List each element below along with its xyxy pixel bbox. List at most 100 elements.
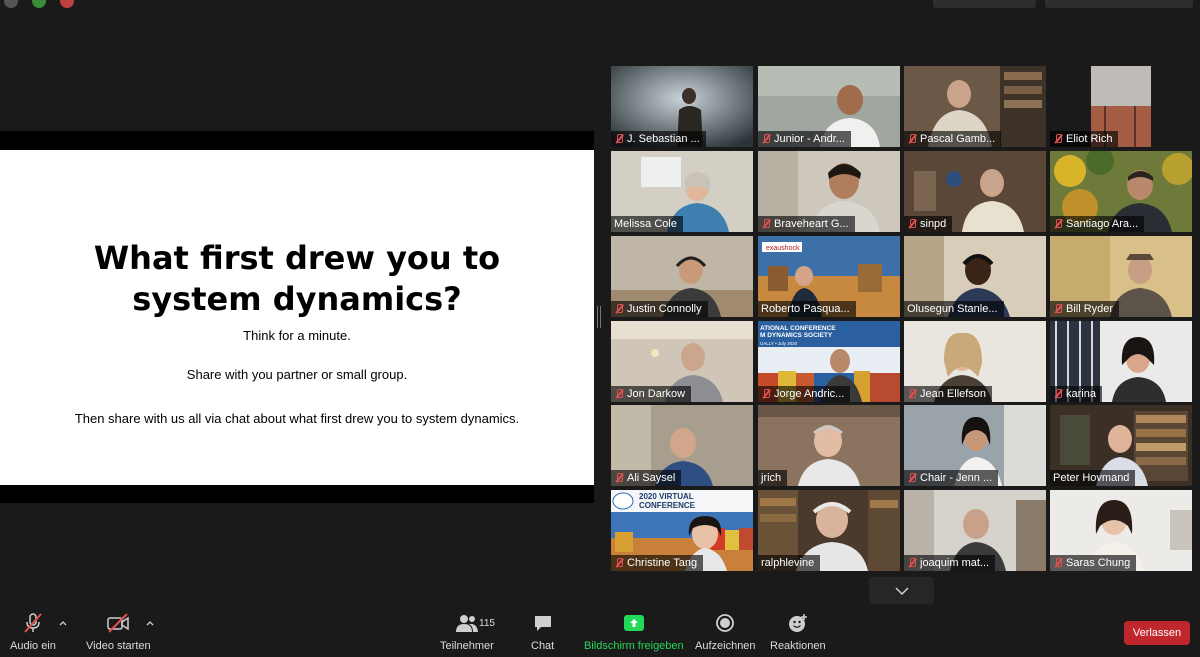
- participant-tile[interactable]: Eliot Rich: [1050, 66, 1192, 147]
- participant-tile[interactable]: J. Sebastian ...: [611, 66, 753, 147]
- participant-tile[interactable]: Bill Ryder: [1050, 236, 1192, 317]
- participant-name-tag: Santiago Ara...: [1050, 216, 1145, 232]
- chat-bubble-icon: [532, 612, 554, 634]
- window-control-icon[interactable]: [4, 0, 18, 8]
- participant-name-tag: Justin Connolly: [611, 301, 708, 317]
- participant-name-tag: Jean Ellefson: [904, 386, 993, 402]
- participant-name-tag: Saras Chung: [1050, 555, 1137, 571]
- participant-name-tag: Chair - Jenn ...: [904, 470, 999, 486]
- participant-tile[interactable]: ralphlevine: [758, 490, 900, 571]
- participant-name: Roberto Pasqua...: [761, 303, 850, 315]
- video-options-caret[interactable]: [145, 618, 155, 628]
- slide-text-share-chat: Then share with us all via chat about wh…: [74, 411, 520, 426]
- mic-muted-icon: [907, 558, 917, 568]
- mic-muted-icon: [614, 473, 624, 483]
- participant-tile[interactable]: Pascal Gamb...: [904, 66, 1046, 147]
- participant-tile[interactable]: Olusegun Stanle...: [904, 236, 1046, 317]
- mic-muted-icon: [907, 134, 917, 144]
- chevron-up-icon: [146, 621, 154, 626]
- participant-tile[interactable]: 2020 VIRTUAL CONFERENCE Christine Tang: [611, 490, 753, 571]
- record-label: Aufzeichnen: [695, 640, 756, 652]
- chat-button[interactable]: Chat: [531, 612, 554, 652]
- virtual-conference-banner-line-1: 2020 VIRTUAL: [639, 492, 694, 501]
- participant-tile[interactable]: Melissa Cole: [611, 151, 753, 232]
- participants-label: Teilnehmer: [440, 640, 494, 652]
- share-screen-icon: [623, 612, 645, 634]
- participant-name-tag: Braveheart G...: [758, 216, 855, 232]
- mic-muted-icon: [761, 134, 771, 144]
- participant-name: Junior - Andr...: [774, 133, 845, 145]
- participant-tile[interactable]: Saras Chung: [1050, 490, 1192, 571]
- participant-name: joaquim mat...: [920, 557, 990, 569]
- mic-muted-icon: [614, 558, 624, 568]
- participant-name: Santiago Ara...: [1066, 218, 1139, 230]
- participant-tile[interactable]: exaushock Roberto Pasqua...: [758, 236, 900, 317]
- participant-name: Jean Ellefson: [920, 388, 987, 400]
- audio-join-button[interactable]: Audio ein: [10, 612, 56, 652]
- record-button[interactable]: Aufzeichnen: [695, 612, 756, 652]
- participant-tile[interactable]: sinpd: [904, 151, 1046, 232]
- mic-muted-icon: [1053, 558, 1063, 568]
- participant-tile[interactable]: joaquim mat...: [904, 490, 1046, 571]
- participant-name-tag: Roberto Pasqua...: [758, 301, 856, 317]
- participant-tile-active-speaker[interactable]: Peter Hovmand: [1050, 405, 1192, 486]
- participant-name-tag: Jon Darkow: [611, 386, 692, 402]
- participant-name-tag: Olusegun Stanle...: [904, 301, 1004, 317]
- participant-tile[interactable]: Chair - Jenn ...: [904, 405, 1046, 486]
- participant-tile[interactable]: Junior - Andr...: [758, 66, 900, 147]
- mic-muted-icon: [614, 389, 624, 399]
- gallery-view: J. Sebastian ... Junior - Andr... Pascal…: [610, 66, 1195, 571]
- participant-name-tag: joaquim mat...: [904, 555, 996, 571]
- participant-tile[interactable]: ATIONAL CONFERENCE M DYNAMICS SOCIETY UA…: [758, 321, 900, 402]
- mic-muted-icon: [907, 389, 917, 399]
- participant-name-tag: Jorge Andric...: [758, 386, 851, 402]
- participant-name: Olusegun Stanle...: [907, 303, 998, 315]
- chevron-up-icon: [59, 621, 67, 626]
- mic-muted-icon: [1053, 304, 1063, 314]
- share-screen-label: Bildschirm freigeben: [584, 640, 684, 652]
- mic-muted-icon: [907, 473, 917, 483]
- slide-text-share-partner: Share with you partner or small group.: [186, 367, 408, 382]
- recording-indicator-icon: [60, 0, 74, 8]
- slide-text-think: Think for a minute.: [243, 328, 351, 343]
- participant-tile[interactable]: Jon Darkow: [611, 321, 753, 402]
- view-options-button[interactable]: [933, 0, 1036, 8]
- participant-tile[interactable]: Jean Ellefson: [904, 321, 1046, 402]
- start-video-button[interactable]: Video starten: [86, 612, 151, 652]
- top-bar: [0, 0, 1200, 10]
- participant-name: karina: [1066, 388, 1096, 400]
- share-screen-button[interactable]: Bildschirm freigeben: [584, 612, 684, 652]
- participant-name-tag: ralphlevine: [758, 555, 821, 571]
- participant-tile[interactable]: karina: [1050, 321, 1192, 402]
- security-shield-icon[interactable]: [32, 0, 46, 8]
- show-more-participants-button[interactable]: [869, 577, 934, 604]
- roberto-logo-text: exaushock: [766, 245, 800, 252]
- participant-tile[interactable]: Santiago Ara...: [1050, 151, 1192, 232]
- leave-meeting-button[interactable]: Verlassen: [1124, 621, 1190, 645]
- participant-name-tag: karina: [1050, 386, 1102, 402]
- mic-muted-icon: [761, 389, 771, 399]
- participant-name: sinpd: [920, 218, 947, 230]
- participant-name: Christine Tang: [627, 557, 698, 569]
- exit-fullscreen-button[interactable]: [1045, 0, 1193, 8]
- participant-name: Jon Darkow: [627, 388, 686, 400]
- mic-muted-icon: [1053, 134, 1063, 144]
- participant-tile[interactable]: Justin Connolly: [611, 236, 753, 317]
- participant-tile[interactable]: Braveheart G...: [758, 151, 900, 232]
- participant-tile[interactable]: jrich: [758, 405, 900, 486]
- split-view-handle[interactable]: [597, 306, 601, 328]
- participant-tile[interactable]: Ali Saysel: [611, 405, 753, 486]
- conference-banner-line-1: ATIONAL CONFERENCE: [760, 325, 836, 332]
- mic-muted-icon: [614, 134, 624, 144]
- chat-label: Chat: [531, 640, 555, 652]
- reactions-label: Reaktionen: [770, 640, 826, 652]
- participant-name-tag: Junior - Andr...: [758, 131, 851, 147]
- participant-name-tag: sinpd: [904, 216, 953, 232]
- mic-muted-icon: [614, 304, 624, 314]
- participant-name: Ali Saysel: [627, 472, 676, 484]
- audio-options-caret[interactable]: [58, 618, 68, 628]
- reactions-button[interactable]: Reaktionen: [770, 612, 826, 652]
- mic-off-icon: [22, 612, 44, 634]
- mic-muted-icon: [761, 219, 771, 229]
- participant-name-tag: J. Sebastian ...: [611, 131, 706, 147]
